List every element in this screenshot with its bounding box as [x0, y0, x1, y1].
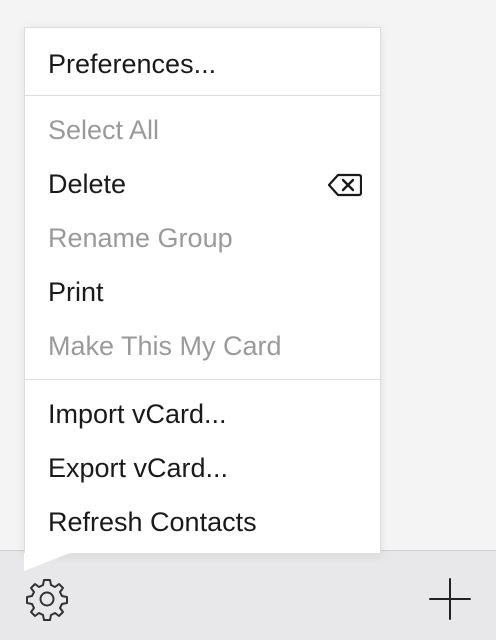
menu-item-print[interactable]: Print	[25, 265, 380, 319]
menu-separator	[25, 379, 380, 380]
menu-item-select-all: Select All	[48, 114, 160, 145]
menu-item-make-this-my-card: Make This My Card	[48, 330, 282, 361]
menu-item-delete[interactable]: Delete	[25, 157, 380, 211]
menu-item-rename-group: Rename Group	[48, 222, 233, 253]
menu-item-delete-label: Delete	[48, 168, 127, 199]
add-contact-button[interactable]	[426, 575, 474, 623]
gear-icon	[26, 579, 68, 621]
menu-item-import-vcard[interactable]: Import vCard...	[25, 387, 380, 441]
menu-separator	[25, 95, 380, 96]
settings-gear-button[interactable]	[24, 576, 70, 622]
delete-backspace-icon	[328, 173, 362, 197]
menu-item-export-vcard[interactable]: Export vCard...	[25, 441, 380, 495]
bottom-toolbar	[0, 550, 496, 640]
settings-popup-menu: Preferences... Select All Delete Rename …	[24, 27, 381, 554]
menu-item-preferences[interactable]: Preferences...	[25, 37, 380, 91]
menu-item-refresh-contacts[interactable]: Refresh Contacts	[25, 495, 380, 549]
menu-pointer-tail	[24, 553, 70, 571]
plus-icon	[429, 578, 471, 620]
